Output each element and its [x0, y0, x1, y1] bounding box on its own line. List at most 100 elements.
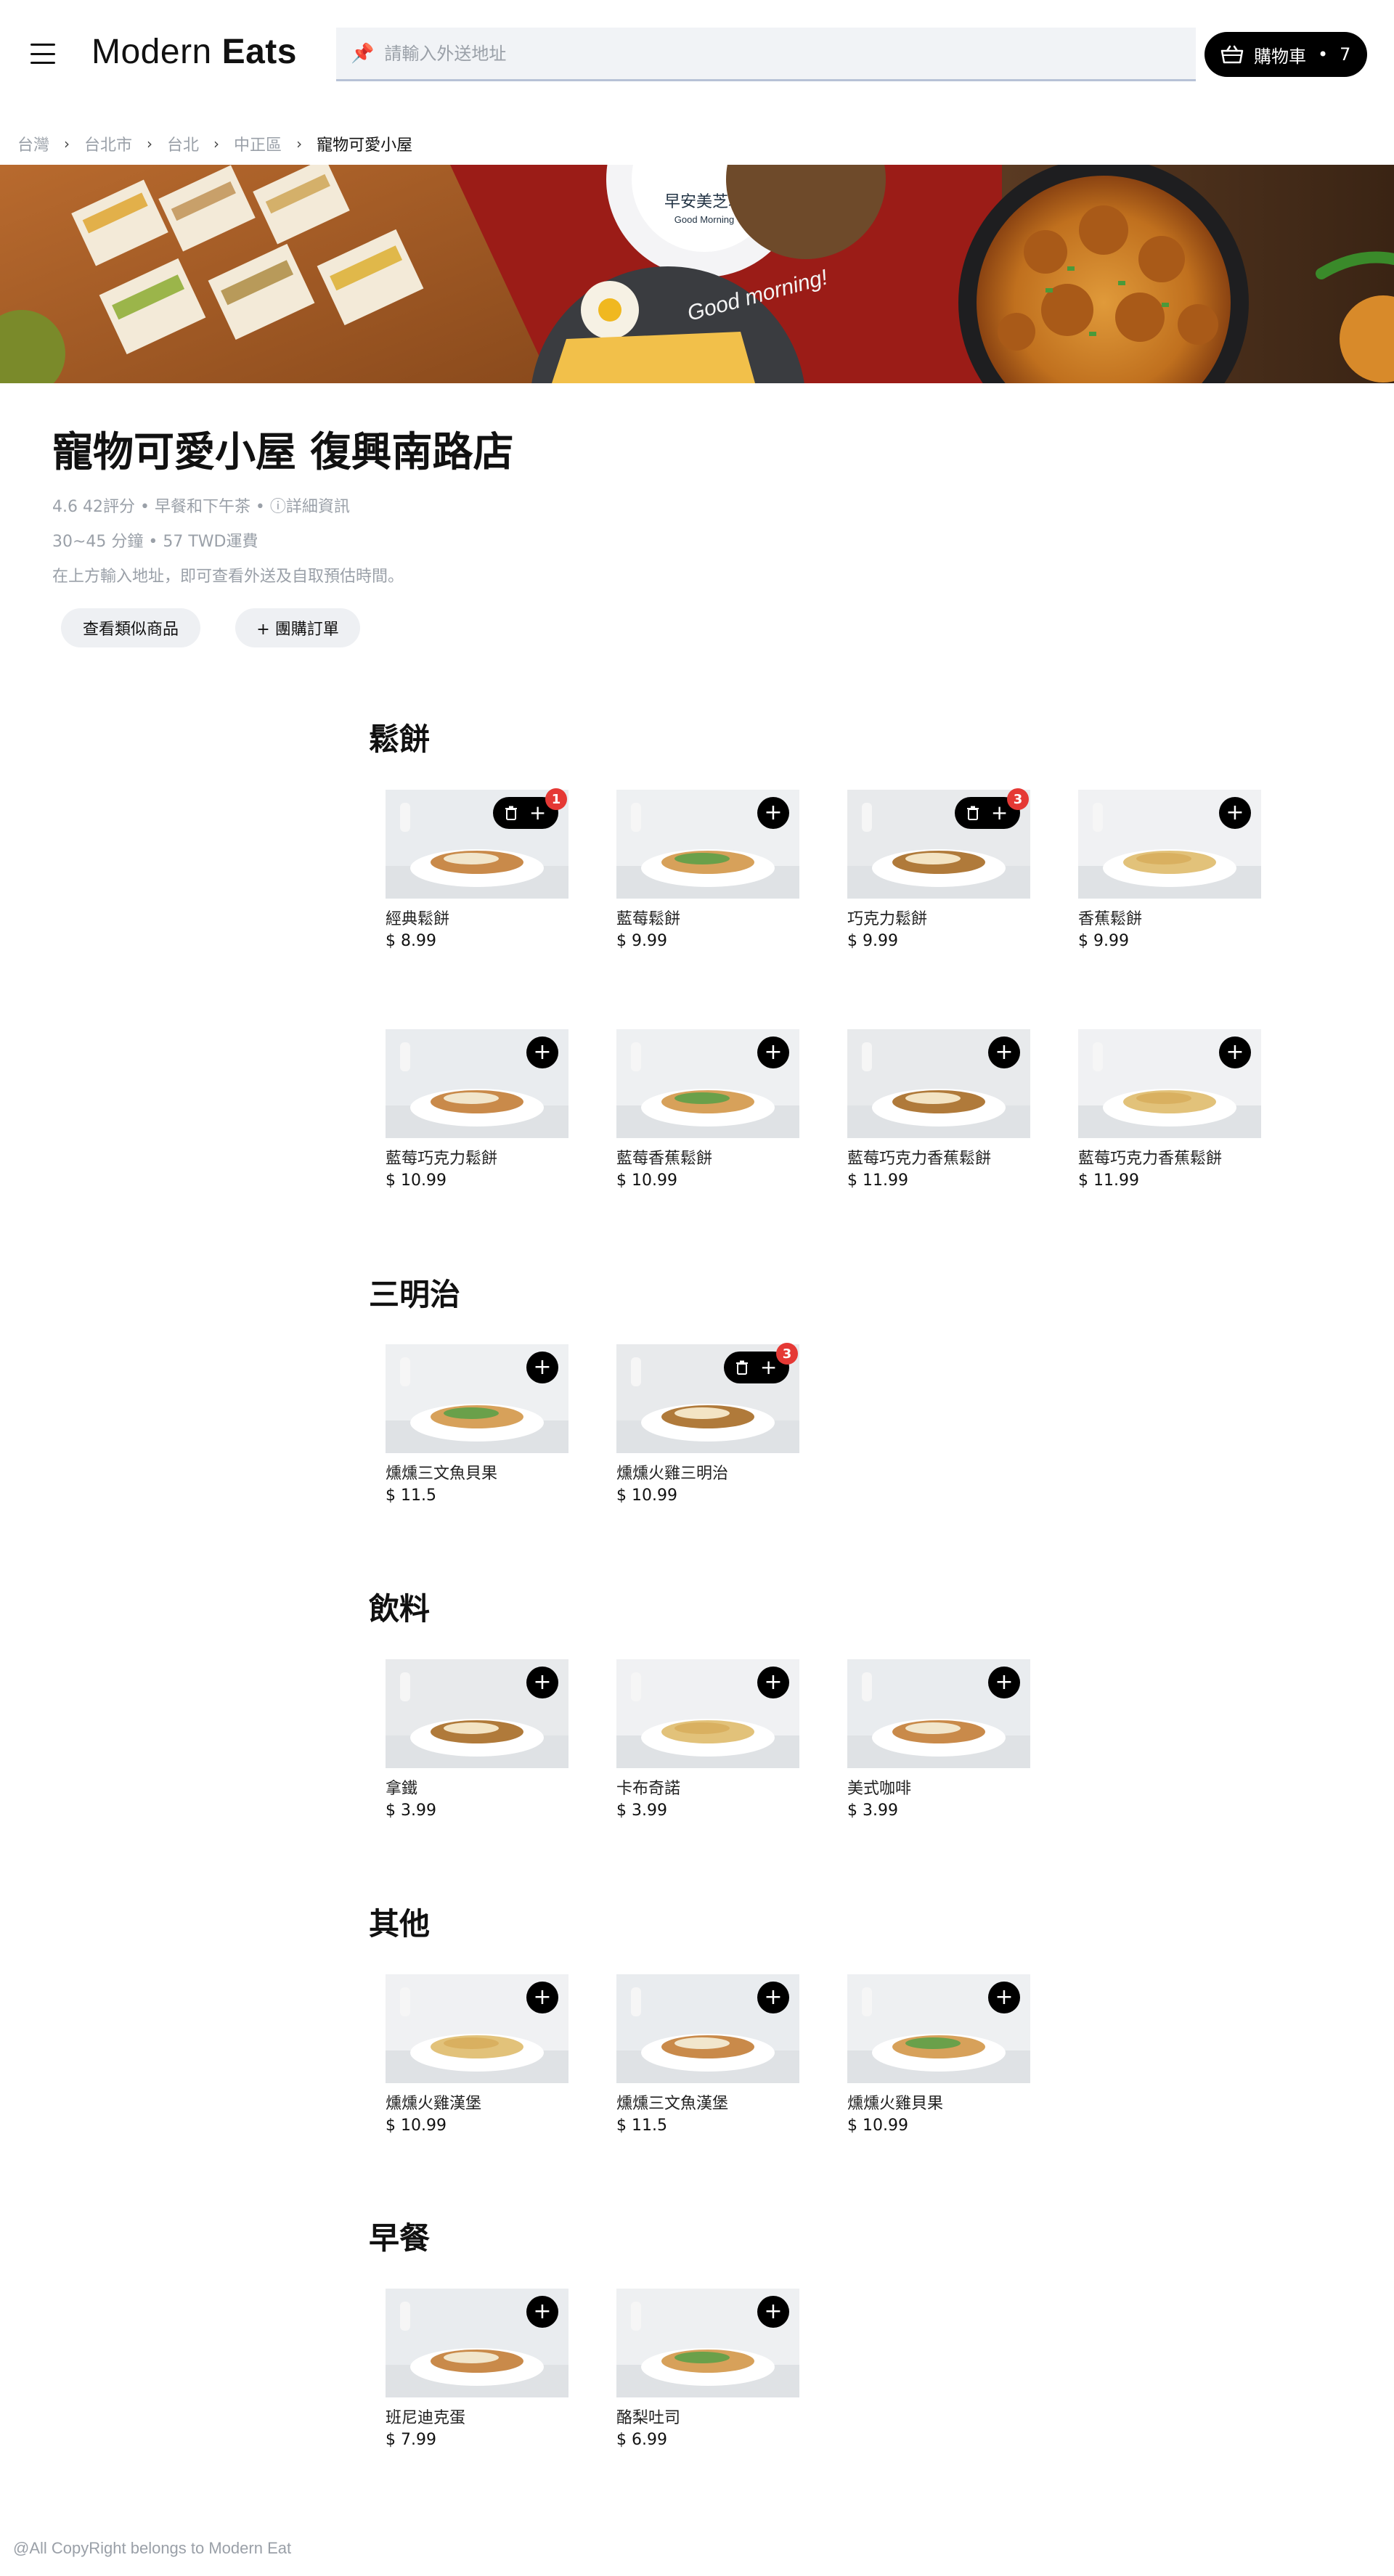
menu-icon[interactable]	[30, 44, 55, 64]
store-banner-image: 早安美芝城 Good Morning Good morning!	[0, 165, 1394, 383]
add-to-cart-button[interactable]: +	[526, 1036, 558, 1068]
basket-icon	[1220, 45, 1244, 64]
menu-item-card[interactable]: + 藍莓香蕉鬆餅 $ 10.99	[616, 1029, 799, 1190]
add-to-cart-button[interactable]: +	[757, 1667, 789, 1698]
chevron-right-icon: ›	[64, 135, 70, 152]
menu-item-price: $ 3.99	[847, 1802, 898, 1820]
menu-item-card[interactable]: + 酪梨吐司 $ 6.99	[616, 2289, 799, 2449]
add-to-cart-button[interactable]: +	[526, 1982, 558, 2013]
menu-item-card[interactable]: + 燻燻三文魚貝果 $ 11.5	[386, 1344, 568, 1505]
menu-item-card[interactable]: + 卡布奇諾 $ 3.99	[616, 1659, 799, 1820]
plus-icon[interactable]: +	[991, 803, 1008, 823]
menu-item-card[interactable]: + 藍莓巧克力香蕉鬆餅 $ 11.99	[847, 1029, 1030, 1190]
menu-item-card[interactable]: + 燻燻火雞貝果 $ 10.99	[847, 1974, 1030, 2135]
add-to-cart-button[interactable]: +	[988, 1036, 1020, 1068]
plus-icon: +	[533, 1984, 552, 2010]
menu-item-name: 藍莓鬆餅	[616, 910, 681, 928]
plus-icon: +	[995, 1669, 1014, 1695]
cart-label: 購物車	[1254, 46, 1306, 67]
trash-icon[interactable]	[966, 806, 979, 820]
svg-text:Good Morning: Good Morning	[674, 214, 734, 225]
menu-item-price: $ 11.99	[847, 1172, 908, 1190]
menu-item-price: $ 11.99	[1078, 1172, 1139, 1190]
plus-icon: +	[1226, 1039, 1244, 1065]
store-rating-info[interactable]: 4.6 42評分 • 早餐和下午茶 • ⓘ詳細資訊	[52, 494, 350, 517]
menu-item-card[interactable]: + 美式咖啡 $ 3.99	[847, 1659, 1030, 1820]
menu-item-card[interactable]: +1 經典鬆餅 $ 8.99	[386, 788, 568, 950]
chevron-right-icon: ›	[147, 135, 153, 152]
menu-item-name: 燻燻三文魚漢堡	[616, 2095, 729, 2113]
plus-icon: +	[764, 1669, 783, 1695]
menu-item-price: $ 8.99	[386, 932, 436, 950]
plus-icon: +	[764, 1984, 783, 2010]
breadcrumb-item-current: 寵物可愛小屋	[317, 136, 413, 155]
plus-icon[interactable]: +	[529, 803, 546, 823]
cart-separator: •	[1318, 44, 1329, 65]
address-input[interactable]	[384, 43, 1183, 64]
store-address-hint: 在上方輸入地址，即可查看外送及自取預估時間。	[52, 568, 404, 586]
plus-icon: +	[533, 1669, 552, 1695]
menu-item-price: $ 9.99	[1078, 932, 1129, 950]
cart-button[interactable]: 購物車 • 7	[1205, 32, 1367, 77]
menu-item-card[interactable]: + 香蕉鬆餅 $ 9.99	[1078, 790, 1261, 950]
add-to-cart-button[interactable]: +	[988, 1982, 1020, 2013]
logo[interactable]: Modern Eats	[91, 32, 297, 72]
trash-icon[interactable]	[735, 1360, 748, 1375]
menu-item-name: 經典鬆餅	[386, 910, 450, 928]
top-header: Modern Eats 📌 購物車 • 7	[0, 0, 1394, 109]
menu-item-name: 燻燻火雞貝果	[847, 2095, 944, 2113]
section-title: 飲料	[369, 1591, 431, 1627]
menu-item-card[interactable]: +3 巧克力鬆餅 $ 9.99	[847, 788, 1030, 950]
address-search-bar[interactable]: 📌	[336, 28, 1196, 81]
plus-icon: +	[533, 1039, 552, 1065]
plus-icon: +	[764, 800, 783, 825]
menu-item-card[interactable]: + 拿鐵 $ 3.99	[386, 1659, 568, 1820]
menu-item-price: $ 10.99	[386, 2117, 447, 2135]
add-to-cart-button[interactable]: +	[988, 1667, 1020, 1698]
menu-item-card[interactable]: + 藍莓巧克力鬆餅 $ 10.99	[386, 1029, 568, 1190]
menu-item-card[interactable]: + 藍莓巧克力香蕉鬆餅 $ 11.99	[1078, 1029, 1261, 1190]
group-order-button[interactable]: + 團購訂單	[235, 608, 360, 647]
plus-icon: +	[995, 1039, 1014, 1065]
add-to-cart-button[interactable]: +	[526, 1667, 558, 1698]
add-to-cart-button[interactable]: +	[526, 2296, 558, 2328]
menu-item-price: $ 6.99	[616, 2431, 667, 2449]
menu-item-card[interactable]: + 燻燻三文魚漢堡 $ 11.5	[616, 1974, 799, 2135]
menu-item-name: 拿鐵	[386, 1780, 418, 1798]
menu-item-card[interactable]: + 班尼迪克蛋 $ 7.99	[386, 2289, 568, 2449]
menu-item-card[interactable]: + 燻燻火雞漢堡 $ 10.99	[386, 1974, 568, 2135]
add-to-cart-button[interactable]: +	[1219, 1036, 1251, 1068]
menu-item-card[interactable]: + 藍莓鬆餅 $ 9.99	[616, 790, 799, 950]
menu-item-name: 藍莓香蕉鬆餅	[616, 1150, 713, 1168]
plus-icon: +	[533, 1354, 552, 1380]
add-to-cart-button[interactable]: +	[757, 2296, 789, 2328]
banner-illustration: 早安美芝城 Good Morning Good morning!	[0, 165, 1394, 383]
plus-icon: +	[1226, 800, 1244, 825]
add-to-cart-button[interactable]: +	[757, 797, 789, 829]
logo-text: Modern	[91, 33, 222, 71]
breadcrumb-item-area[interactable]: 台北	[167, 132, 199, 155]
plus-icon: +	[764, 1039, 783, 1065]
view-similar-button[interactable]: 查看類似商品	[61, 608, 200, 647]
add-to-cart-button[interactable]: +	[526, 1352, 558, 1383]
breadcrumb-item-city[interactable]: 台北市	[84, 132, 132, 155]
trash-icon[interactable]	[505, 806, 517, 820]
section-title: 早餐	[369, 2220, 431, 2256]
breadcrumb: 台灣 › 台北市 › 台北 › 中正區 › 寵物可愛小屋	[17, 132, 412, 155]
breadcrumb-item-district[interactable]: 中正區	[234, 132, 282, 155]
menu-item-name: 酪梨吐司	[616, 2409, 681, 2427]
menu-item-name: 藍莓巧克力鬆餅	[386, 1150, 498, 1168]
breadcrumb-item-country[interactable]: 台灣	[17, 132, 49, 155]
menu-item-price: $ 10.99	[386, 1172, 447, 1190]
section-title: 鬆餅	[369, 721, 431, 757]
logo-text-bold: Eats	[221, 33, 297, 71]
menu-item-card[interactable]: +3 燻燻火雞三明治 $ 10.99	[616, 1343, 799, 1505]
menu-item-price: $ 7.99	[386, 2431, 436, 2449]
menu-item-price: $ 9.99	[847, 932, 898, 950]
menu-item-price: $ 11.5	[616, 2117, 667, 2135]
add-to-cart-button[interactable]: +	[1219, 797, 1251, 829]
add-to-cart-button[interactable]: +	[757, 1036, 789, 1068]
menu-item-price: $ 3.99	[616, 1802, 667, 1820]
add-to-cart-button[interactable]: +	[757, 1982, 789, 2013]
plus-icon[interactable]: +	[760, 1357, 777, 1378]
